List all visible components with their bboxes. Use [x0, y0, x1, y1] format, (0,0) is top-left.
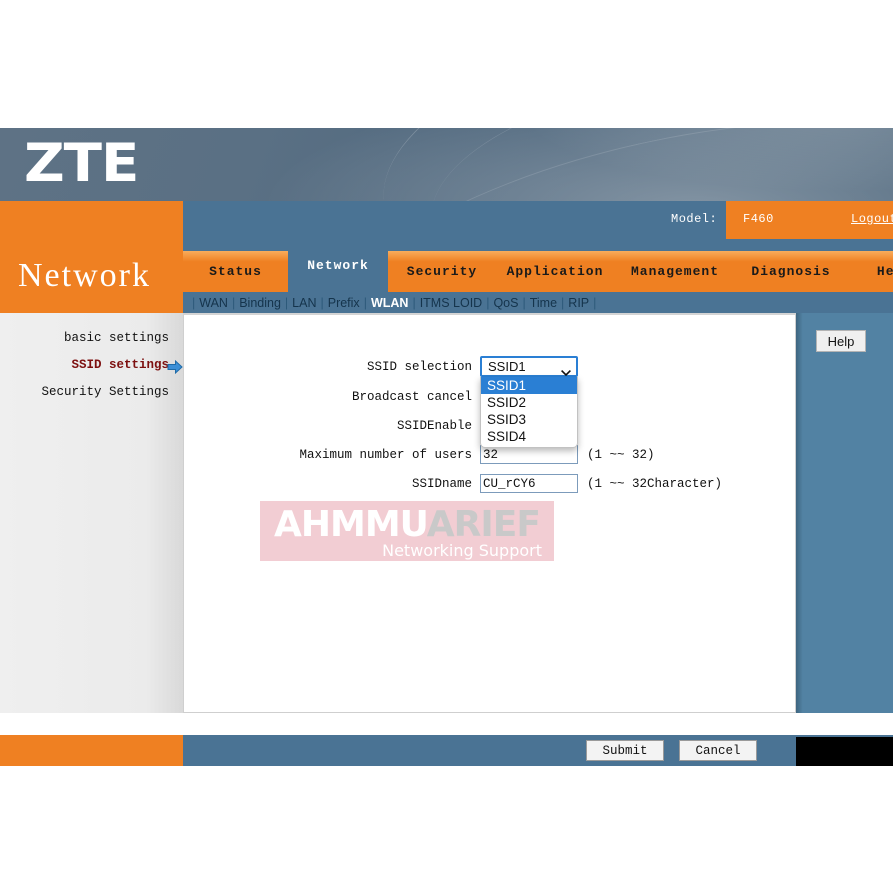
model-bar: Model: F460 Logout — [183, 201, 893, 239]
subnav-separator: | — [231, 295, 236, 310]
sidebar-item-label: basic settings — [63, 331, 169, 345]
brand-banner: ZTE — [0, 128, 893, 201]
header-band: Model: F460 Logout — [0, 201, 893, 239]
ssid-option-ssid2[interactable]: SSID2 — [481, 394, 577, 411]
subnav-separator: | — [412, 295, 416, 310]
subnav-item-lan[interactable]: LAN — [292, 296, 316, 310]
ssid-enable-label: SSIDEnable — [396, 418, 472, 433]
banner-swoosh-icon — [362, 128, 893, 201]
model-value: F460 — [743, 212, 774, 226]
content-panel: SSID selection SSID1 SSID1 SSID2 SSID3 SSID… — [183, 313, 893, 713]
tab-diagnosis[interactable]: Diagnosis — [736, 251, 846, 292]
tab-network[interactable]: Network — [288, 239, 388, 292]
subnav-item-rip[interactable]: RIP — [568, 296, 589, 310]
tab-application[interactable]: Application — [496, 251, 614, 292]
tab-status[interactable]: Status — [183, 251, 288, 292]
tab-band: Network Status Network Security Application… — [0, 239, 893, 313]
tab-help[interactable]: Help — [846, 251, 893, 292]
chevron-down-icon — [561, 364, 571, 376]
subnav-item-itms-loid[interactable]: ITMS LOID — [420, 296, 483, 310]
watermark-tagline: Networking Support — [382, 541, 542, 560]
ssid-name-input[interactable] — [480, 474, 578, 493]
ssid-selection-option-list[interactable]: SSID1 SSID2 SSID3 SSID4 — [480, 377, 578, 448]
sidebar: basic settings SSID settings Security Sett… — [0, 313, 183, 713]
subnav-item-prefix[interactable]: Prefix — [328, 296, 360, 310]
sidebar-item-ssid-settings[interactable]: SSID settings — [0, 352, 183, 379]
subnav-item-qos[interactable]: QoS — [493, 296, 518, 310]
cancel-button[interactable]: Cancel — [679, 740, 757, 761]
subnav-separator: | — [284, 295, 289, 310]
ssid-selection-label: SSID selection — [366, 359, 472, 374]
subnav-item-binding[interactable]: Binding — [239, 296, 281, 310]
subnav-separator: | — [522, 295, 526, 310]
header-right-block: Model: F460 Logout — [183, 201, 893, 239]
ssid-settings-form: SSID selection SSID1 SSID1 SSID2 SSID3 SSID… — [184, 351, 797, 498]
tab-security[interactable]: Security — [388, 251, 496, 292]
submit-button[interactable]: Submit — [586, 740, 664, 761]
zte-logo: ZTE — [24, 133, 139, 194]
max-users-label: Maximum number of users — [299, 447, 472, 462]
form-row-ssid-selection: SSID selection SSID1 SSID1 SSID2 SSID3 SSID… — [184, 351, 797, 448]
watermark-text-b: ARIEF — [426, 504, 541, 545]
subnav-separator: | — [593, 295, 597, 310]
footer-bar: Submit Cancel — [0, 735, 893, 766]
subnav-separator: | — [320, 295, 324, 310]
sidebar-item-label: Security Settings — [41, 385, 169, 399]
subnav-separator: | — [486, 295, 490, 310]
sub-nav-list: | WAN | Binding | LAN | Prefix | WLAN | ITMS LOID | Q… — [183, 292, 893, 313]
subnav-separator: | — [561, 295, 565, 310]
router-admin-page: ZTE Model: F460 Logout Network Status Net… — [0, 128, 893, 766]
sidebar-item-label: SSID settings — [71, 358, 169, 372]
ssid-selection-dropdown[interactable]: SSID1 SSID1 SSID2 SSID3 SSID4 — [480, 356, 578, 448]
sidebar-item-security-settings[interactable]: Security Settings — [0, 379, 183, 406]
subnav-item-wan[interactable]: WAN — [199, 296, 228, 310]
ssid-name-hint: (1 ~~ 32Character) — [587, 476, 723, 491]
body-band: basic settings SSID settings Security Sett… — [0, 313, 893, 735]
watermark-title: AHMMUARIEF — [274, 504, 541, 546]
broadcast-cancel-label: Broadcast cancel — [351, 389, 472, 404]
tabs-area: Status Network Security Application Manageme… — [183, 239, 893, 313]
subnav-separator: | — [192, 295, 196, 310]
page-title: Network — [18, 257, 151, 294]
ssid-name-label: SSIDname — [411, 476, 472, 491]
model-label: Model: — [671, 212, 718, 226]
ssid-option-ssid1[interactable]: SSID1 — [481, 377, 577, 394]
subnav-item-time[interactable]: Time — [530, 296, 557, 310]
ssid-option-ssid4[interactable]: SSID4 — [481, 428, 577, 445]
section-title-box: Network — [0, 239, 183, 313]
ssid-option-ssid3[interactable]: SSID3 — [481, 411, 577, 428]
footer-left-block — [0, 735, 183, 766]
watermark-text-a: AHMMU — [274, 504, 428, 545]
form-row-ssid-name: SSIDname (1 ~~ 32Character) — [184, 469, 797, 498]
subnav-separator: | — [363, 295, 367, 310]
header-left-block — [0, 201, 183, 239]
tab-management[interactable]: Management — [614, 251, 736, 292]
help-side-panel: Help — [796, 313, 893, 713]
arrow-right-icon — [167, 358, 183, 375]
sidebar-item-basic-settings[interactable]: basic settings — [0, 325, 183, 352]
ssid-selection-select[interactable]: SSID1 — [480, 356, 578, 377]
logout-link[interactable]: Logout — [851, 212, 893, 226]
watermark-overlay: AHMMUARIEF Networking Support — [257, 498, 557, 564]
ssid-selection-value: SSID1 — [488, 359, 526, 374]
form-panel: SSID selection SSID1 SSID1 SSID2 SSID3 SSID… — [183, 313, 796, 713]
main-tab-list: Status Network Security Application Manageme… — [183, 239, 893, 292]
screenshot-black-block — [796, 737, 893, 766]
banner-swoosh-icon — [419, 128, 893, 201]
help-button[interactable]: Help — [816, 330, 866, 352]
max-users-hint: (1 ~~ 32) — [587, 447, 655, 462]
banner-swoosh-icon — [277, 128, 893, 201]
subnav-item-wlan[interactable]: WLAN — [371, 296, 409, 310]
